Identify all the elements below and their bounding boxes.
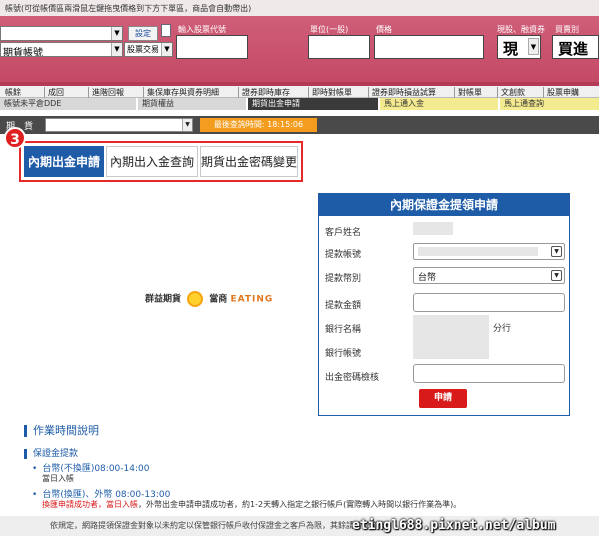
customer-name-value <box>413 222 453 235</box>
section-title: 作業時間說明 <box>24 425 99 437</box>
bank-name-label: 銀行名稱 <box>325 325 362 335</box>
highlight-text: 換匯申請成功者，當日入帳 <box>42 500 138 509</box>
logo-right-text: 當商 <box>209 294 228 305</box>
last-query-time: 最後查詢時間: 18:15:06 <box>200 118 317 132</box>
password-check-label: 出金密碼檢核 <box>325 373 380 383</box>
stock-code-label: 輸入股票代號 <box>178 25 226 34</box>
stock-code-input[interactable] <box>176 35 248 59</box>
cash-margin-label: 現股、融資券 <box>497 25 545 34</box>
buy-sell-select[interactable]: 買進 <box>552 35 599 59</box>
customer-name-label: 客戶姓名 <box>325 228 362 238</box>
tab-instant-deposit[interactable]: 馬上通入金 <box>380 98 498 110</box>
chevron-down-icon: ▼ <box>161 43 172 56</box>
tab-instant-query[interactable]: 馬上通查詢 <box>500 98 599 110</box>
withdrawal-form: 內期保證金提領申請 客戶姓名 提款帳號 ▼ 提款幣別 台幣 ▼ 提款金額 銀行名… <box>318 193 570 416</box>
currency-value: 台幣 <box>418 273 437 283</box>
logo-eat-text: EATING <box>230 294 274 305</box>
order-type-select[interactable]: 股票交易 ▼ <box>124 42 173 57</box>
cash-value: 現 <box>503 40 519 58</box>
tab-futures-withdrawal[interactable]: 期貨出金申請 <box>248 98 378 110</box>
withdraw-currency-label: 提款幣別 <box>325 274 362 284</box>
withdraw-account-select[interactable]: ▼ <box>413 243 565 260</box>
masked-account <box>418 247 538 256</box>
logo-left-text: 群益期貨 <box>145 294 182 305</box>
sub-title: 保證金提款 <box>24 449 78 459</box>
tab-pnl-calc[interactable]: 證券即時損益試算 <box>368 87 436 98</box>
withdraw-account-label: 提款帳號 <box>325 250 362 260</box>
buy-value: 買進 <box>558 40 589 58</box>
order-type-value: 股票交易 <box>127 45 159 54</box>
cash-margin-select[interactable]: 現 ▼ <box>497 35 541 59</box>
chevron-down-icon: ▼ <box>111 27 122 40</box>
account-select-value: 期貨帳號 <box>3 48 43 57</box>
tab-creative[interactable]: 文創款 <box>497 87 525 98</box>
subtab-password-change[interactable]: 期貨出金密碼變更 <box>200 146 298 177</box>
tab-ipo[interactable]: 股票申購 <box>543 87 579 98</box>
masked-bank-info <box>413 315 489 359</box>
unit-label: 單位(一股) <box>310 25 349 34</box>
account-bar: 期 貨 ▼ 最後查詢時間: 18:15:06 <box>0 116 599 134</box>
withdraw-amount-input[interactable] <box>413 293 565 312</box>
list-item-detail: 換匯申請成功者，當日入帳，外幣出金申請申請成功者，約1-2天轉入指定之銀行帳戶(… <box>42 499 461 510</box>
setting-button[interactable]: 設定 <box>128 26 158 41</box>
tab-realtime-statement[interactable]: 即時對帳單 <box>308 87 352 98</box>
tab-realtime-inventory[interactable]: 證券即時庫存 <box>238 87 290 98</box>
futures-withdrawal-page: 帳號(可從帳價區兩滑鼠左鍵拖曳價格到下方下單區，商品會自動帶出) ▼ 期貨帳號 … <box>0 0 599 536</box>
futures-account-select[interactable]: ▼ <box>45 118 193 132</box>
account-select[interactable]: 期貨帳號 ▼ <box>0 42 123 57</box>
tab-balance[interactable]: 帳餘 <box>2 87 21 98</box>
apply-button[interactable]: 申請 <box>419 389 467 408</box>
tab-futures-equity[interactable]: 期貨權益 <box>138 98 246 110</box>
tab-open-position-dde[interactable]: 帳號未平倉DDE <box>0 98 136 110</box>
subtab-withdrawal-apply[interactable]: 內期出金申請 <box>24 146 104 177</box>
sun-icon <box>187 291 204 307</box>
list-item-detail: 當日入帳 <box>42 474 74 483</box>
product-select[interactable]: ▼ <box>0 26 123 41</box>
blog-logo: 群益期貨 當商 EATING <box>145 291 273 307</box>
tab-custody-inventory[interactable]: 集保庫存與資券明細 <box>143 87 219 98</box>
detail-text: ，外幣出金申請申請成功者，約1-2天轉入指定之銀行帳戶(實際轉入時間以銀行作業為… <box>138 500 462 509</box>
chevron-down-icon: ▼ <box>528 38 539 55</box>
chevron-down-icon: ▼ <box>551 270 562 281</box>
chevron-down-icon: ▼ <box>111 43 122 56</box>
tab-statement[interactable]: 對帳單 <box>454 87 482 98</box>
function-tabs-row2: 帳號未平倉DDE 期貨權益 期貨出金申請 馬上通入金 馬上通查詢 <box>0 98 599 110</box>
watermark: etingl688.pixnet.net/album <box>352 518 556 533</box>
form-title: 內期保證金提領申請 <box>319 194 569 216</box>
unit-input[interactable] <box>308 35 370 59</box>
chevron-down-icon: ▼ <box>182 119 192 131</box>
bank-account-label: 銀行帳號 <box>325 349 362 359</box>
drag-hint-text: 帳號(可從帳價區兩滑鼠左鍵拖曳價格到下方下單區，商品會自動帶出) <box>0 0 599 16</box>
tab-fills[interactable]: 成回 <box>44 87 64 98</box>
buy-sell-label: 買賣別 <box>555 25 579 34</box>
chevron-down-icon: ▼ <box>551 246 562 257</box>
withdraw-amount-label: 提款金額 <box>325 301 362 311</box>
order-entry-panel: ▼ 期貨帳號 ▼ 設定 股票交易 ▼ 輸入股票代號 單位(一股) 價格 現股、融… <box>0 16 599 82</box>
document-icon[interactable] <box>161 24 171 37</box>
withdraw-currency-select[interactable]: 台幣 ▼ <box>413 267 565 284</box>
subtab-deposit-withdrawal-query[interactable]: 內期出入金查詢 <box>106 146 198 177</box>
tab-advanced-report[interactable]: 進階回報 <box>88 87 124 98</box>
withdraw-password-input[interactable] <box>413 364 565 383</box>
function-tabs-row1: 帳餘 成回 進階回報 集保庫存與資券明細 證券即時庫存 即時對帳單 證券即時損益… <box>0 86 599 98</box>
price-input[interactable] <box>374 35 484 59</box>
step-badge: 3 <box>4 127 26 149</box>
price-label: 價格 <box>376 25 392 34</box>
branch-suffix: 分行 <box>493 324 512 334</box>
